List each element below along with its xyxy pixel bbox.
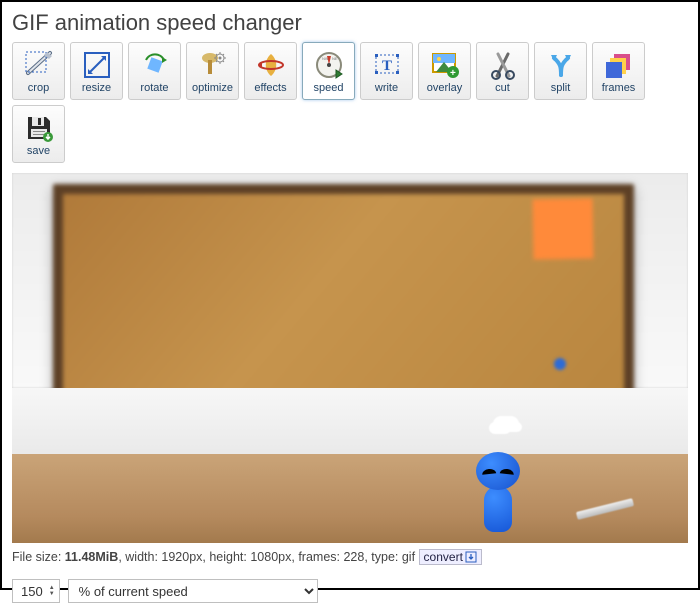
- convert-button[interactable]: convert: [419, 549, 482, 565]
- overlay-icon: +: [429, 49, 461, 81]
- page-title: GIF animation speed changer: [12, 10, 688, 36]
- frames-value: 228: [343, 550, 364, 564]
- split-button[interactable]: split: [534, 42, 587, 100]
- write-icon: T: [371, 49, 403, 81]
- tool-label: overlay: [427, 82, 462, 94]
- tool-label: rotate: [140, 82, 168, 94]
- frames-label: , frames:: [291, 550, 343, 564]
- split-icon: [545, 49, 577, 81]
- svg-text:NE: NE: [332, 56, 338, 61]
- svg-text:+: +: [450, 68, 456, 79]
- convert-label: convert: [424, 550, 463, 564]
- cut-button[interactable]: cut: [476, 42, 529, 100]
- resize-button[interactable]: resize: [70, 42, 123, 100]
- frames-icon: [603, 49, 635, 81]
- width-label: , width:: [118, 550, 161, 564]
- speed-value: 150: [21, 584, 43, 599]
- optimize-icon: [197, 49, 229, 81]
- tool-label: crop: [28, 82, 49, 94]
- download-icon: [465, 551, 477, 563]
- rotate-button[interactable]: rotate: [128, 42, 181, 100]
- tool-label: effects: [254, 82, 286, 94]
- speed-icon: NWNE: [313, 49, 345, 81]
- tool-label: save: [27, 145, 50, 157]
- crop-icon: [23, 49, 55, 81]
- tool-label: speed: [314, 82, 344, 94]
- frames-button[interactable]: frames: [592, 42, 645, 100]
- tool-label: write: [375, 82, 398, 94]
- image-preview: [12, 173, 688, 543]
- speed-value-input[interactable]: 150 ▲▼: [12, 579, 60, 603]
- resize-icon: [81, 49, 113, 81]
- rotate-icon: [139, 49, 171, 81]
- speed-button[interactable]: NWNE speed: [302, 42, 355, 100]
- file-metadata: File size: 11.48MiB, width: 1920px, heig…: [12, 549, 688, 565]
- type-label: , type:: [364, 550, 402, 564]
- write-button[interactable]: T write: [360, 42, 413, 100]
- speed-unit-select[interactable]: % of current speed: [68, 579, 318, 603]
- crop-button[interactable]: crop: [12, 42, 65, 100]
- speed-controls: 150 ▲▼ % of current speed: [12, 579, 688, 603]
- filesize-value: 11.48MiB: [65, 550, 119, 564]
- svg-text:T: T: [382, 58, 392, 74]
- height-label: , height:: [202, 550, 250, 564]
- overlay-button[interactable]: + overlay: [418, 42, 471, 100]
- tool-label: cut: [495, 82, 510, 94]
- effects-icon: [255, 49, 287, 81]
- save-icon: [23, 112, 55, 144]
- tool-label: split: [551, 82, 571, 94]
- save-button[interactable]: save: [12, 105, 65, 163]
- cut-icon: [487, 49, 519, 81]
- width-value: 1920px: [161, 550, 202, 564]
- type-value: gif: [402, 550, 415, 564]
- effects-button[interactable]: effects: [244, 42, 297, 100]
- tool-label: resize: [82, 82, 111, 94]
- tool-label: optimize: [192, 82, 233, 94]
- stepper-icon: ▲▼: [49, 585, 55, 597]
- height-value: 1080px: [250, 550, 291, 564]
- filesize-label: File size:: [12, 550, 65, 564]
- toolbar: crop resize rotate optimize effects NWNE…: [12, 42, 688, 163]
- optimize-button[interactable]: optimize: [186, 42, 239, 100]
- tool-label: frames: [602, 82, 636, 94]
